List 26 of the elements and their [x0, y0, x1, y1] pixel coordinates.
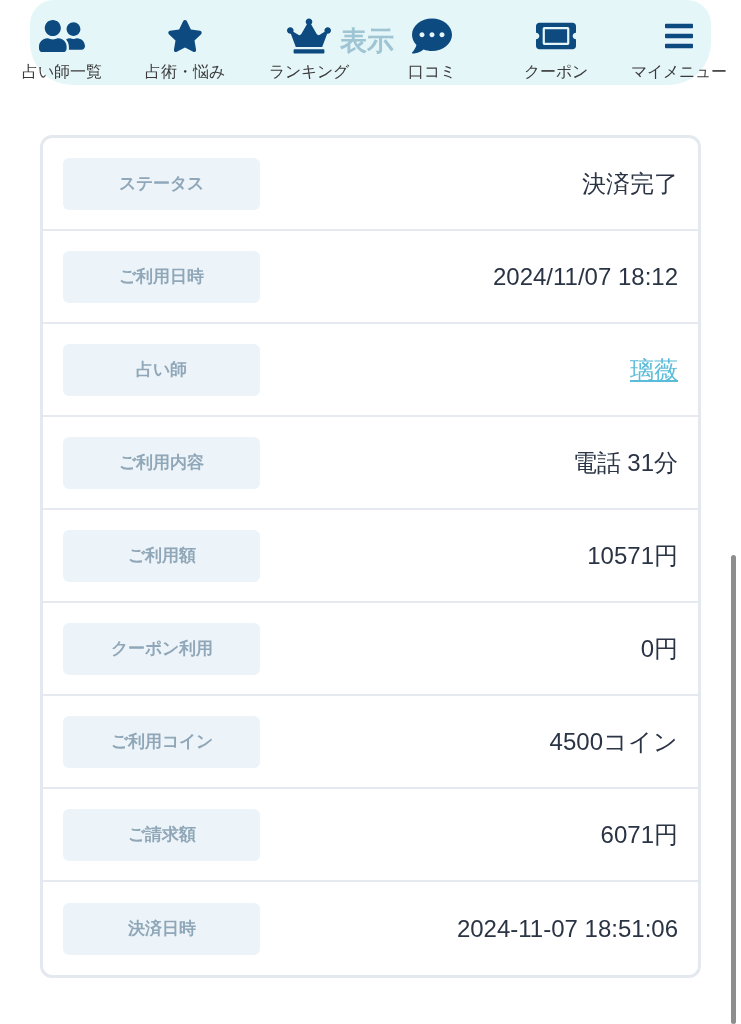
- nav-link[interactable]: 口コミ: [408, 62, 457, 82]
- nav-link[interactable]: 占術・悩み: [145, 62, 226, 82]
- nav-link[interactable]: 占い師一覧: [21, 62, 102, 82]
- detail-value: 2024/11/07 18:12: [492, 261, 678, 292]
- detail-value: 電話 31分: [572, 447, 678, 478]
- overlay-label: 表示: [340, 25, 394, 58]
- nav-link[interactable]: ランキング: [268, 62, 349, 82]
- star-icon[interactable]: [167, 18, 204, 54]
- detail-label: ステータス: [63, 157, 260, 210]
- detail-label: 占い師: [63, 343, 260, 396]
- detail-value: 4500コイン: [549, 726, 678, 757]
- detail-value: 0円: [640, 633, 678, 664]
- detail-label: ご利用コイン: [63, 715, 260, 768]
- detail-label: ご請求額: [63, 808, 260, 861]
- detail-label: ご利用額: [63, 529, 260, 582]
- detail-label: 決済日時: [63, 902, 260, 955]
- detail-value: 10571円: [587, 540, 678, 571]
- speech-bubble-icon[interactable]: [412, 16, 453, 56]
- detail-value: 決済完了: [582, 168, 678, 199]
- detail-label: ご利用日時: [63, 250, 260, 303]
- detail-label: ご利用内容: [63, 436, 260, 489]
- nav-link[interactable]: クーポン: [523, 62, 588, 82]
- detail-value: 6071円: [600, 819, 678, 850]
- nav-link[interactable]: マイメニュー: [631, 62, 728, 82]
- detail-label: クーポン利用: [63, 622, 260, 675]
- detail-value: 2024-11-07 18:51:06: [456, 913, 678, 944]
